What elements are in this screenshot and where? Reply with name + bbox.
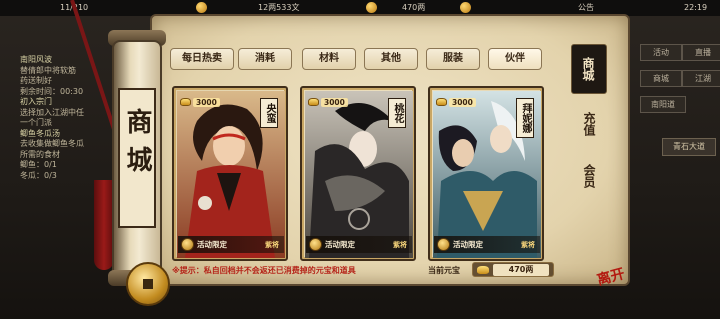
price-value: 3000 (193, 97, 220, 107)
location-label: 南阳道 (640, 96, 686, 113)
quest-title: 初入宗门 (20, 97, 52, 106)
rarity-label: 紫将 (265, 239, 279, 249)
quest-line: 鲫鱼：0/1 (20, 160, 57, 169)
partner-card[interactable]: 3000 桃花 活动限定 紫将 (300, 86, 416, 261)
ingot-icon (366, 2, 377, 13)
quest-line: 剩余时间：00:30 (20, 86, 84, 96)
quest-item[interactable]: 初入宗门 选择加入江湖中任 一个门派 (20, 97, 108, 129)
side-tab-mall[interactable]: 商城 (571, 44, 607, 94)
live-button[interactable]: 直播 (682, 44, 720, 61)
tab-consumable[interactable]: 消耗 (238, 48, 292, 70)
tab-partner[interactable]: 伙伴 (488, 48, 542, 70)
tab-costume[interactable]: 服装 (426, 48, 480, 70)
limited-label: 活动限定 (197, 240, 227, 249)
price-value: 3000 (321, 97, 348, 107)
rarity-label: 紫将 (393, 239, 407, 249)
clock: 22:19 (684, 3, 708, 12)
copper-amount: 12两533文 (258, 3, 300, 12)
price-tag: 3000 (308, 96, 348, 108)
quest-line: 去收集做鲫鱼冬瓜 (20, 139, 84, 148)
price-tag: 3000 (180, 96, 220, 108)
partner-name: 央蛮 (260, 98, 278, 128)
tab-daily-hot[interactable]: 每日热卖 (170, 48, 234, 70)
announcement-button[interactable]: 公告 (578, 2, 594, 14)
limited-label: 活动限定 (453, 240, 483, 249)
shop-title-text: 商城 (122, 108, 152, 184)
price-value: 3000 (449, 97, 476, 107)
limited-badge: 活动限定 紫将 (434, 236, 540, 253)
limited-label: 活动限定 (325, 240, 355, 249)
quest-line: 所需的食材 (20, 149, 60, 159)
tab-material[interactable]: 材料 (302, 48, 356, 70)
silver-amount: 470两 (402, 3, 426, 12)
mall-button[interactable]: 商城 (640, 70, 682, 87)
quest-title: 鲫鱼冬瓜汤 (20, 128, 60, 138)
activity-button[interactable]: 活动 (640, 44, 682, 61)
ingot-icon (308, 98, 319, 106)
add-currency-icon[interactable] (196, 2, 207, 13)
quest-line: 选择加入江湖中任 (20, 107, 84, 117)
limited-badge: 活动限定 紫将 (178, 236, 284, 253)
partner-name: 桃花 (388, 98, 406, 128)
coin-decoration (126, 262, 170, 306)
quest-item[interactable]: 鲫鱼冬瓜汤 去收集做鲫鱼冬瓜 所需的食材 鲫鱼：0/1 冬瓜：0/3 (20, 129, 108, 182)
partner-name: 拜妮娜 (516, 98, 534, 138)
side-tab-vip[interactable]: 会员 (571, 156, 607, 196)
limited-badge: 活动限定 紫将 (306, 236, 412, 253)
balance-display: 470两 (472, 262, 554, 277)
balance-value: 470两 (493, 264, 549, 276)
side-tab-recharge[interactable]: 充值 (571, 104, 607, 144)
tip-text: ※提示：私自回档并不会返还已消费掉的元宝和道具 (172, 266, 356, 275)
seal-icon (181, 238, 194, 251)
partner-card[interactable]: 3000 拜妮娜 活动限定 紫将 (428, 86, 544, 261)
seal-icon (437, 238, 450, 251)
jianghu-button[interactable]: 江湖 (682, 70, 720, 87)
price-tag: 3000 (436, 96, 476, 108)
seal-icon (309, 238, 322, 251)
quest-panel: 南阳风波 替倩郎中将软筋 药送制好 剩余时间：00:30 初入宗门 选择加入江湖… (0, 55, 108, 225)
ingot-icon (436, 98, 447, 106)
rarity-label: 紫将 (521, 239, 535, 249)
tassel-decoration (94, 180, 114, 270)
quest-line: 一个门派 (20, 118, 52, 127)
tab-other[interactable]: 其他 (364, 48, 418, 70)
shop-title: 商城 (118, 88, 156, 228)
ingot-icon (477, 266, 489, 274)
partner-card[interactable]: 3000 央蛮 活动限定 紫将 (172, 86, 288, 261)
road-label[interactable]: 青石大道 (662, 138, 716, 156)
add-silver-icon[interactable] (460, 2, 471, 13)
ingot-icon (180, 98, 191, 106)
balance-label: 当前元宝 (428, 266, 460, 275)
